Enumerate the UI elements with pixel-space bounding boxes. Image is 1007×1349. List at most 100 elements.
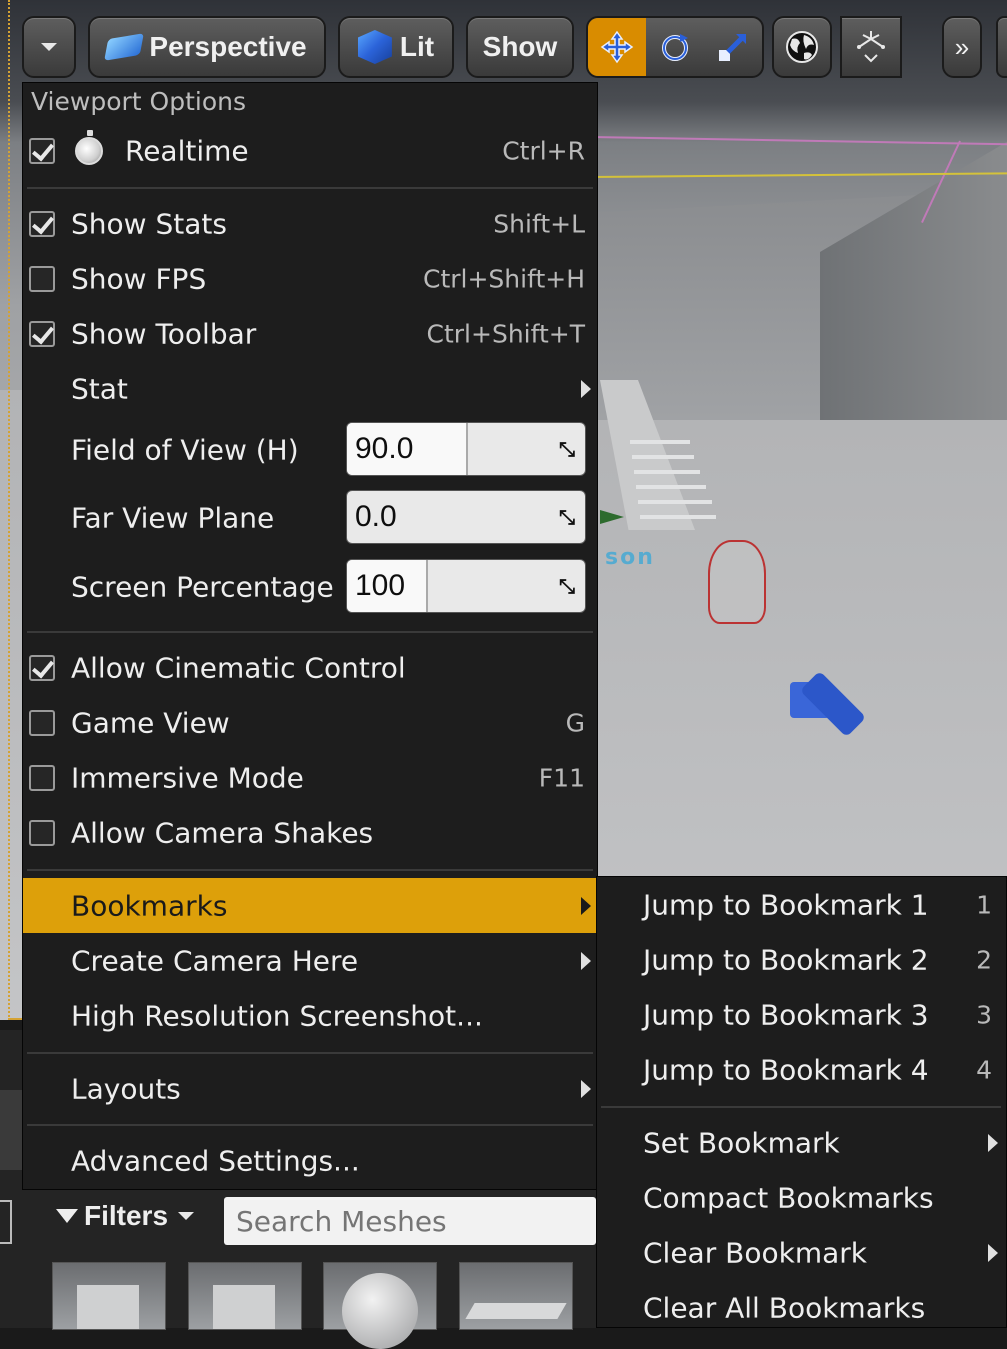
fov-spinbox[interactable]: 90.0 ⤡ [346, 422, 586, 476]
viewport-toolbar: Perspective Lit Show » [0, 0, 1007, 82]
show-toolbar-label: Show Toolbar [71, 317, 257, 350]
show-label: Show [482, 31, 558, 62]
menu-item-layouts[interactable]: Layouts [23, 1061, 599, 1116]
menu-item-immersive-mode[interactable]: Immersive Mode F11 [23, 750, 599, 805]
chevron-down-icon [178, 1212, 195, 1220]
menu-item-cinematic-control[interactable]: Allow Cinematic Control [23, 640, 599, 695]
jump3-shortcut: 3 [976, 1000, 992, 1029]
menu-item-game-view[interactable]: Game View G [23, 695, 599, 750]
resize-arrows-icon: ⤡ [559, 505, 575, 529]
perspective-button[interactable]: Perspective [88, 16, 326, 78]
immersive-label: Immersive Mode [71, 761, 304, 794]
menu-item-show-stats[interactable]: Show Stats Shift+L [23, 196, 599, 251]
viewport-options-button[interactable] [22, 16, 76, 78]
lit-mode-button[interactable]: Lit [338, 16, 454, 78]
jump4-shortcut: 4 [976, 1055, 992, 1084]
chevron-down-icon [41, 43, 57, 51]
show-fps-checkbox[interactable] [29, 265, 55, 292]
toolbar-overflow-button[interactable]: » [942, 16, 982, 78]
menu-item-realtime[interactable]: Realtime Ctrl+R [23, 123, 599, 178]
jump4-label: Jump to Bookmark 4 [643, 1053, 929, 1086]
submenu-item-jump4[interactable]: Jump to Bookmark 4 4 [597, 1042, 1007, 1097]
panel-splitter[interactable] [0, 1090, 22, 1170]
set-bookmark-label: Set Bookmark [643, 1126, 840, 1159]
fov-value: 90.0 [355, 432, 414, 465]
show-stats-label: Show Stats [71, 207, 227, 240]
chevron-right-icon [581, 1079, 591, 1098]
compact-label: Compact Bookmarks [643, 1181, 934, 1214]
immersive-checkbox[interactable] [29, 764, 55, 791]
menu-item-show-toolbar[interactable]: Show Toolbar Ctrl+Shift+T [23, 306, 599, 361]
jump3-label: Jump to Bookmark 3 [643, 998, 929, 1031]
menu-item-advanced-settings[interactable]: Advanced Settings... [23, 1133, 599, 1188]
show-toolbar-checkbox[interactable] [29, 320, 55, 347]
show-button[interactable]: Show [466, 16, 574, 78]
submenu-item-jump1[interactable]: Jump to Bookmark 1 1 [597, 877, 1007, 932]
chevron-right-icon [581, 951, 591, 970]
cinematic-checkbox[interactable] [29, 654, 55, 681]
submenu-item-compact[interactable]: Compact Bookmarks [597, 1170, 1007, 1225]
chevron-right-icon [581, 896, 591, 915]
advanced-label: Advanced Settings... [71, 1144, 360, 1177]
viewport-options-menu: Viewport Options Realtime Ctrl+R Show St… [22, 82, 599, 1190]
menu-item-stat[interactable]: Stat [23, 361, 599, 416]
lit-label: Lit [399, 31, 435, 62]
menu-item-camera-shakes[interactable]: Allow Camera Shakes [23, 805, 599, 860]
asset-thumbnail[interactable] [459, 1262, 573, 1330]
screen-pct-spinbox[interactable]: 100 ⤡ [346, 559, 586, 613]
filters-button[interactable]: Filters [56, 1200, 195, 1232]
submenu-item-clear[interactable]: Clear Bookmark [597, 1225, 1007, 1280]
menu-item-show-fps[interactable]: Show FPS Ctrl+Shift+H [23, 251, 599, 306]
stopwatch-icon [75, 129, 103, 165]
submenu-item-clear-all[interactable]: Clear All Bookmarks [597, 1280, 1007, 1335]
menu-divider [27, 187, 593, 189]
realtime-checkbox[interactable] [29, 137, 55, 164]
surface-snapping-button[interactable] [840, 16, 902, 78]
menu-divider [27, 631, 593, 633]
bookmarks-label: Bookmarks [71, 889, 228, 922]
menu-item-hires-screenshot[interactable]: High Resolution Screenshot... [23, 988, 599, 1043]
translate-tool-icon[interactable] [588, 18, 646, 76]
resize-arrows-icon: ⤡ [559, 437, 575, 461]
submenu-item-set-bookmark[interactable]: Set Bookmark [597, 1115, 1007, 1170]
rotate-tool-icon[interactable] [646, 18, 704, 76]
clear-all-label: Clear All Bookmarks [643, 1291, 926, 1324]
layouts-label: Layouts [71, 1072, 181, 1105]
bookmarks-submenu: Jump to Bookmark 1 1 Jump to Bookmark 2 … [596, 876, 1007, 1328]
realtime-label: Realtime [125, 134, 249, 167]
filters-label: Filters [84, 1200, 169, 1231]
panel-icon[interactable] [0, 1200, 12, 1244]
far-plane-spinbox[interactable]: 0.0 ⤡ [346, 490, 586, 544]
scale-tool-icon[interactable] [704, 18, 762, 76]
submenu-item-jump2[interactable]: Jump to Bookmark 2 2 [597, 932, 1007, 987]
show-fps-label: Show FPS [71, 262, 207, 295]
screenshot-label: High Resolution Screenshot... [71, 999, 483, 1032]
submenu-divider [601, 1106, 1001, 1108]
realtime-shortcut: Ctrl+R [502, 136, 585, 165]
screen-pct-value: 100 [355, 569, 406, 602]
menu-divider [27, 1124, 593, 1126]
asset-thumbnail[interactable] [188, 1262, 302, 1330]
menu-header: Viewport Options [31, 87, 246, 116]
far-plane-value: 0.0 [355, 500, 397, 533]
camera-shakes-checkbox[interactable] [29, 819, 55, 846]
double-chevron-right-icon: » [954, 31, 970, 62]
menu-item-bookmarks[interactable]: Bookmarks [23, 878, 599, 933]
submenu-item-jump3[interactable]: Jump to Bookmark 3 3 [597, 987, 1007, 1042]
menu-item-create-camera[interactable]: Create Camera Here [23, 933, 599, 988]
cinematic-label: Allow Cinematic Control [71, 651, 406, 684]
jump2-label: Jump to Bookmark 2 [643, 943, 929, 976]
game-view-checkbox[interactable] [29, 709, 55, 736]
snapping-icon [857, 31, 885, 63]
maximize-viewport-button[interactable] [996, 16, 1007, 78]
camera-shakes-label: Allow Camera Shakes [71, 816, 374, 849]
search-input[interactable] [224, 1197, 596, 1245]
world-local-toggle[interactable] [772, 16, 832, 78]
show-stats-checkbox[interactable] [29, 210, 55, 237]
asset-thumbnail[interactable] [323, 1262, 437, 1349]
chevron-right-icon [988, 1243, 998, 1262]
menu-divider [27, 1052, 593, 1054]
asset-thumbnail[interactable] [52, 1262, 166, 1330]
lit-cube-icon [357, 30, 392, 64]
menu-divider [27, 869, 593, 871]
